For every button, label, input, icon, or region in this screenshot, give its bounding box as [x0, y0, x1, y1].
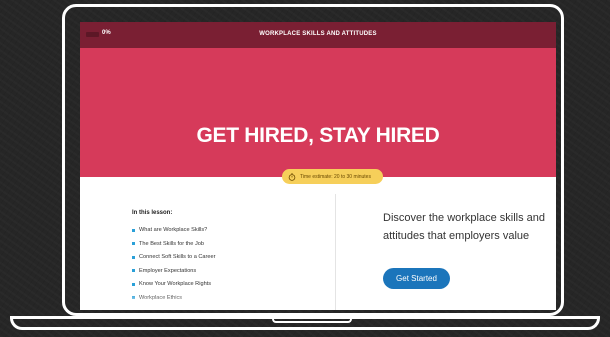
lesson-outline-item[interactable]: Know Your Workplace Rights [132, 281, 215, 295]
lesson-outline-item-label: The Best Skills for the Job [139, 240, 204, 247]
lesson-outline-item-label: What are Workplace Skills? [139, 227, 208, 233]
lesson-outline-item-label: Know Your Workplace Rights [139, 281, 212, 287]
bullet-icon [132, 242, 135, 245]
bullet-icon [132, 228, 135, 232]
laptop-base-notch [272, 318, 352, 323]
get-started-button[interactable]: Get Started [383, 268, 450, 289]
course-title: WORKPLACE SKILLS AND ATTITUDES [259, 31, 377, 37]
lesson-outline-item[interactable]: What are Workplace Skills? [132, 227, 215, 241]
time-estimate-text: Time estimate: 20 to 30 minutes [300, 173, 371, 180]
bullet-icon [132, 282, 135, 286]
lesson-outline-heading: In this lesson: [132, 210, 173, 216]
lesson-outline-item-label: Connect Soft Skills to a Career [139, 254, 216, 260]
laptop-screen: 0% WORKPLACE SKILLS AND ATTITUDES GET HI… [80, 22, 556, 310]
time-estimate-badge: Time estimate: 20 to 30 minutes [282, 169, 383, 184]
lesson-outline-item-label: Employer Expectations [139, 267, 197, 274]
list-fade-overlay [120, 294, 320, 310]
hero-title: GET HIRED, STAY HIRED [196, 124, 440, 147]
column-divider [335, 194, 336, 310]
stopwatch-icon [288, 172, 296, 181]
cta-description: Discover the workplace skills and attitu… [383, 212, 546, 242]
lesson-outline-item[interactable]: Employer Expectations [132, 268, 215, 282]
lesson-outline-item[interactable]: Connect Soft Skills to a Career [132, 254, 215, 268]
hero-banner: GET HIRED, STAY HIRED [80, 48, 556, 177]
lesson-outline-item[interactable]: The Best Skills for the Job [132, 241, 215, 255]
bullet-icon [132, 269, 135, 272]
course-header-bar: 0% WORKPLACE SKILLS AND ATTITUDES [80, 22, 556, 48]
bullet-icon [132, 255, 135, 259]
